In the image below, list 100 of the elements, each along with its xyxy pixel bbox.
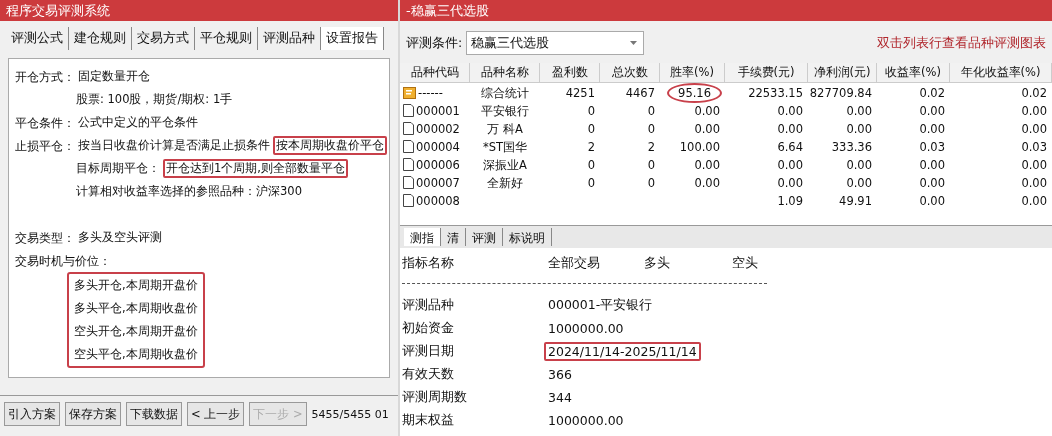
setting-text: 股票: 100股，期货/期权: 1手 — [75, 91, 234, 108]
table-cell-text: 0 — [586, 156, 596, 174]
table-row[interactable]: 000001 平安银行 0 0 0.00 0.00 0.00 0.00 0.00 — [400, 100, 1052, 119]
table-cell-text: 0 — [646, 174, 656, 192]
column-header[interactable]: 收益率(%) — [877, 62, 950, 83]
summary-icon — [403, 86, 416, 99]
table-cell-text: 0.00 — [918, 156, 946, 174]
table-cell-text: 0.00 — [845, 156, 873, 174]
table-cell-text: 深振业A — [482, 156, 528, 174]
setting-label: 开仓方式： — [15, 68, 75, 85]
table-cell-text: 827709.84 — [808, 84, 873, 102]
setting-label: 交易时机与价位： — [15, 252, 111, 269]
step-button[interactable]: 保存方案 — [65, 402, 121, 426]
table-cell-text: 2 — [646, 138, 656, 156]
table-cell-text: 0.00 — [693, 174, 721, 192]
table-cell-text: 2 — [586, 138, 596, 156]
setting-text: 目标周期平仓： — [75, 160, 161, 177]
report-value: 1000000.00 — [547, 320, 625, 338]
setting-text: 计算相对收益率选择的参照品种：沪深300 — [75, 183, 303, 200]
report-label: 初始资金 — [402, 320, 455, 337]
report-header: 全部交易 — [548, 255, 601, 272]
column-header[interactable]: 净利润(元) — [808, 62, 877, 83]
timing-text: 多头平仓,本周期收盘价 — [74, 300, 198, 317]
report-value: 1000000.00 — [547, 412, 625, 430]
table-cell-text: 平安银行 — [480, 102, 530, 120]
timing-text: 多头开仓,本周期开盘价 — [74, 277, 198, 294]
table-row[interactable]: 000006 深振业A 0 0 0.00 0.00 0.00 0.00 0.00 — [400, 154, 1052, 173]
column-header[interactable]: 盈利数 — [540, 62, 600, 83]
step-button[interactable]: < 上一步 — [187, 402, 245, 426]
table-cell: 000006 — [416, 156, 460, 173]
highlighted-value: 2024/11/14-2025/11/14 — [544, 342, 701, 361]
table-cell-text: 0 — [586, 120, 596, 138]
tab[interactable]: 交易方式 — [132, 27, 195, 50]
table-cell-text: 0.00 — [918, 174, 946, 192]
setting-label: 止损平仓： — [15, 137, 75, 154]
setting-text: 按当日收盘价计算是否满足止损条件 — [77, 137, 271, 154]
table-cell-text: 0.03 — [1020, 138, 1048, 156]
step-button[interactable]: 下载数据 — [126, 402, 182, 426]
table-row[interactable]: 000008 1.09 49.91 0.00 0.00 — [400, 190, 1052, 209]
table-cell-text: 0.00 — [845, 102, 873, 120]
table-cell-text: 0 — [586, 102, 596, 120]
table-cell-text: 0.00 — [776, 174, 804, 192]
table-cell-text: 22533.15 — [747, 84, 804, 102]
report-label: 评测品种 — [402, 297, 455, 314]
column-header[interactable]: 年化收益率(%) — [950, 62, 1052, 83]
table-cell-text: 0.00 — [1020, 174, 1048, 192]
table-cell-text: 333.36 — [830, 138, 873, 156]
report-value: 366 — [547, 366, 573, 384]
report-label: 评测日期 — [402, 343, 455, 360]
table-cell-text: 0.00 — [1020, 192, 1048, 210]
column-header[interactable]: 品种名称 — [470, 62, 540, 83]
table-cell-text: 0.00 — [776, 102, 804, 120]
table-row[interactable]: 000004 *ST国华 2 2 100.00 6.64 333.36 0.03 0.03 — [400, 136, 1052, 155]
setting-text: 公式中定义的平仓条件 — [77, 114, 199, 131]
table-row[interactable]: 000002 万 科A 0 0 0.00 0.00 0.00 0.00 0.00 — [400, 118, 1052, 137]
setting-label: 平仓条件： — [15, 114, 75, 131]
column-header[interactable]: 总次数 — [600, 62, 660, 83]
table-cell-text: 1.09 — [776, 192, 804, 210]
table-cell-text: 全新好 — [486, 174, 524, 192]
table-cell: 000004 — [416, 138, 460, 155]
table-cell-text: 4251 — [564, 84, 596, 102]
tab[interactable]: 评测 — [466, 228, 503, 246]
table-cell-text: 万 科A — [486, 120, 524, 138]
table-cell-text: 0.00 — [918, 120, 946, 138]
hint-text: 双击列表行查看品种评测图表 — [877, 34, 1046, 52]
table-cell-text: 100.00 — [678, 138, 721, 156]
table-row[interactable]: 000007 全新好 0 0 0.00 0.00 0.00 0.00 0.00 — [400, 172, 1052, 191]
report-value: 000001-平安银行 — [547, 296, 654, 314]
tab[interactable]: 建仓规则 — [69, 27, 132, 50]
table-cell-text: 0.00 — [918, 192, 946, 210]
document-icon — [403, 104, 414, 118]
tab[interactable]: 平仓规则 — [195, 27, 258, 50]
column-header[interactable]: 胜率(%) — [660, 62, 725, 83]
table-cell-text: 0.00 — [693, 102, 721, 120]
column-header[interactable]: 品种代码 — [400, 62, 470, 83]
table-cell: ------ — [418, 84, 443, 101]
document-icon — [403, 158, 414, 172]
tab[interactable]: 评测公式 — [6, 27, 69, 50]
condition-select[interactable]: 稳赢三代选股 — [466, 31, 645, 56]
table-cell-text: 0.00 — [776, 120, 804, 138]
table-cell-text: 0 — [646, 102, 656, 120]
report-label: 评测周期数 — [402, 389, 468, 406]
table-cell-text: 0.02 — [918, 84, 946, 102]
column-header[interactable]: 手续费(元) — [725, 62, 808, 83]
table-cell-text: 0 — [646, 156, 656, 174]
report-header: 指标名称 — [402, 255, 455, 272]
tab[interactable]: 标说明 — [503, 228, 552, 246]
tab[interactable]: 设置报告 — [321, 27, 384, 50]
document-icon — [403, 122, 414, 136]
tab[interactable]: 清 — [441, 228, 466, 246]
table-cell-text: 0.00 — [845, 174, 873, 192]
timing-text: 空头开仓,本周期开盘价 — [74, 323, 198, 340]
table-row[interactable]: ------ 综合统计 4251 4467 95.16 22533.15 827709.84 0.02 0.02 — [400, 82, 1052, 101]
highlighted-text: 开仓达到1个周期,则全部数量平仓 — [163, 159, 348, 178]
report-header: 多头 — [644, 255, 671, 272]
table-cell-text: 0.00 — [693, 156, 721, 174]
step-button[interactable]: 引入方案 — [4, 402, 60, 426]
tab[interactable]: 测指 — [404, 228, 441, 246]
document-icon — [403, 176, 414, 190]
table-cell-text: 4467 — [624, 84, 656, 102]
